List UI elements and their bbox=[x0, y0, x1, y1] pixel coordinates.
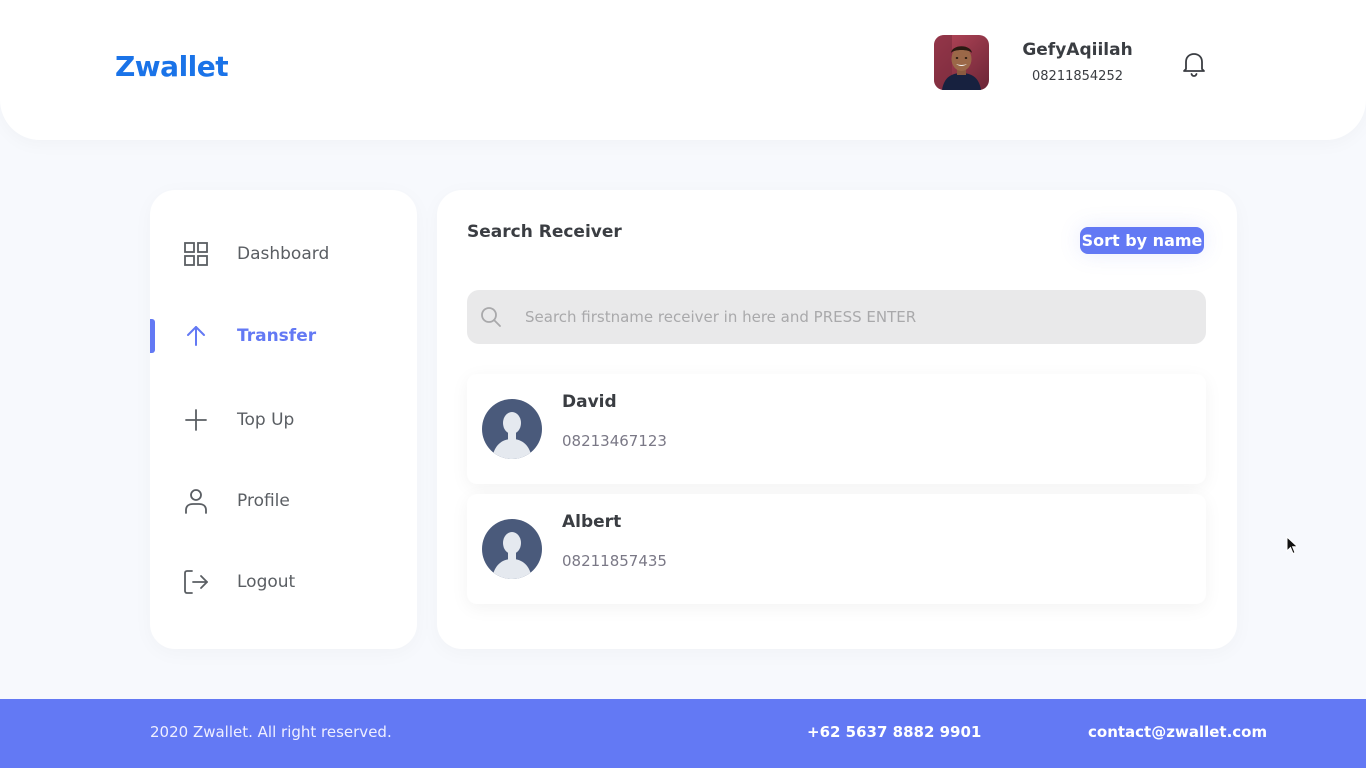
sidebar-nav: Dashboard Transfer Top Up Profile Logout bbox=[150, 190, 417, 649]
brand-logo[interactable]: Zwallet bbox=[115, 50, 229, 83]
receiver-phone: 08213467123 bbox=[562, 432, 667, 450]
sidebar-item-label: Top Up bbox=[237, 410, 295, 430]
sidebar-item-topup[interactable]: Top Up bbox=[150, 400, 417, 440]
receiver-avatar bbox=[482, 399, 542, 459]
default-avatar-icon bbox=[482, 399, 542, 459]
top-header: Zwallet GefyAqiilah 08211854252 bbox=[0, 0, 1366, 140]
contact-phone: +62 5637 8882 9901 bbox=[807, 723, 982, 741]
receiver-phone: 08211857435 bbox=[562, 552, 667, 570]
sidebar-item-logout[interactable]: Logout bbox=[150, 562, 417, 602]
logout-icon bbox=[182, 568, 210, 596]
contact-email[interactable]: contact@zwallet.com bbox=[1088, 723, 1267, 741]
receiver-name: Albert bbox=[562, 512, 622, 532]
default-avatar-icon bbox=[482, 519, 542, 579]
sidebar-item-profile[interactable]: Profile bbox=[150, 481, 417, 521]
sidebar-item-label: Transfer bbox=[237, 326, 317, 346]
receiver-card[interactable]: David 08213467123 bbox=[467, 374, 1206, 484]
receiver-name: David bbox=[562, 392, 617, 412]
sidebar-item-transfer[interactable]: Transfer bbox=[150, 316, 417, 356]
bell-icon[interactable] bbox=[1181, 50, 1207, 78]
user-icon bbox=[182, 487, 210, 515]
receiver-card[interactable]: Albert 08211857435 bbox=[467, 494, 1206, 604]
user-name: GefyAqiilah bbox=[1022, 40, 1133, 60]
receiver-avatar bbox=[482, 519, 542, 579]
grid-icon bbox=[182, 240, 210, 268]
search-input[interactable] bbox=[525, 290, 1195, 344]
page-title: Search Receiver bbox=[467, 222, 622, 242]
transfer-panel: Search Receiver Sort by name David 08213… bbox=[437, 190, 1237, 649]
user-avatar[interactable] bbox=[934, 35, 989, 90]
page-footer: 2020 Zwallet. All right reserved. +62 56… bbox=[0, 699, 1366, 768]
user-phone: 08211854252 bbox=[1032, 69, 1123, 84]
plus-icon bbox=[182, 406, 210, 434]
sidebar-item-dashboard[interactable]: Dashboard bbox=[150, 234, 417, 274]
search-icon bbox=[479, 305, 503, 329]
search-field bbox=[467, 290, 1206, 344]
copyright-text: 2020 Zwallet. All right reserved. bbox=[150, 723, 392, 741]
sidebar-item-label: Dashboard bbox=[237, 244, 330, 264]
arrow-up-icon bbox=[182, 322, 210, 350]
active-indicator bbox=[150, 319, 155, 353]
user-photo bbox=[934, 35, 989, 90]
mouse-pointer-icon bbox=[1286, 535, 1300, 556]
sidebar-item-label: Profile bbox=[237, 491, 290, 511]
sidebar-item-label: Logout bbox=[237, 572, 296, 592]
sort-by-name-button[interactable]: Sort by name bbox=[1080, 227, 1204, 254]
